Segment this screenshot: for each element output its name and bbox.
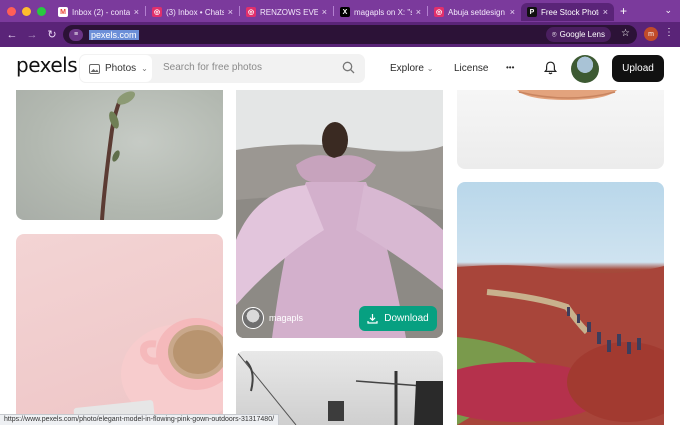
close-tab-icon[interactable]: ×	[416, 7, 421, 17]
image-icon	[89, 63, 100, 74]
back-arrow-icon[interactable]: ←	[2, 29, 22, 41]
minimize-window-button[interactable]	[22, 6, 31, 16]
upload-button[interactable]: Upload	[612, 55, 664, 82]
tab-search-icon[interactable]: ⌄	[664, 5, 672, 16]
site-info-icon[interactable]: ≡	[69, 28, 83, 41]
chevron-down-icon: ⌄	[426, 64, 434, 73]
close-tab-icon[interactable]: ×	[322, 7, 327, 17]
search-input[interactable]: Search for free photos	[163, 62, 262, 73]
more-menu-icon[interactable]: •••	[506, 63, 514, 72]
x-icon: X	[340, 7, 350, 17]
browser-menu-icon[interactable]: ⋮	[664, 27, 674, 38]
lens-label: Google Lens	[559, 30, 605, 39]
chevron-down-icon: ⌄	[141, 64, 148, 73]
new-tab-button[interactable]: +	[620, 4, 627, 18]
bell-icon[interactable]	[544, 61, 557, 75]
tab-label: RENZOWS EVENT	[260, 7, 318, 17]
search-type-dropdown[interactable]: Photos ⌄	[79, 54, 153, 83]
instagram-icon: ◎	[246, 7, 256, 17]
download-icon	[367, 314, 378, 324]
reload-icon[interactable]: ↻	[42, 28, 62, 41]
pexels-icon: P	[527, 7, 537, 17]
coffee-cup-photo	[73, 318, 223, 424]
tab-strip: M Inbox (2) - contact × ◎ (3) Inbox • Ch…	[0, 0, 680, 22]
browser-toolbar: ← → ↻ ≡ pexels.com ⌾ Google Lens ☆ m ⋮	[0, 22, 680, 47]
address-bar[interactable]: ≡ pexels.com ⌾ Google Lens ☆	[63, 25, 637, 44]
explore-label: Explore	[390, 63, 424, 74]
tab-label: magapls on X: "s c	[354, 7, 412, 17]
download-label: Download	[384, 313, 429, 324]
copper-dish-photo	[517, 90, 617, 100]
search-icon[interactable]	[342, 61, 355, 74]
close-tab-icon[interactable]: ×	[134, 7, 139, 17]
user-avatar[interactable]	[571, 55, 599, 83]
photo-card[interactable]	[16, 234, 223, 425]
tab-label: Inbox (2) - contact	[72, 7, 130, 17]
search-type-label: Photos	[105, 63, 137, 74]
photo-author[interactable]: magapls	[242, 307, 303, 329]
lens-icon: ⌾	[551, 29, 557, 39]
instagram-icon: ◎	[152, 7, 162, 17]
download-button[interactable]: Download	[359, 306, 437, 331]
pexels-logo[interactable]: pexels	[16, 53, 78, 77]
tab-label: Abuja setdesign &	[448, 7, 506, 17]
photo-card-hovered[interactable]	[236, 90, 443, 338]
google-lens-button[interactable]: ⌾ Google Lens	[545, 27, 611, 42]
tab-label: (3) Inbox • Chats	[166, 7, 224, 17]
browser-tab[interactable]: ◎ (3) Inbox • Chats ×	[146, 3, 239, 21]
model-pink-gown-photo	[236, 90, 443, 338]
url-text[interactable]: pexels.com	[89, 29, 139, 40]
close-tab-icon[interactable]: ×	[228, 7, 233, 17]
profile-avatar[interactable]: m	[644, 27, 658, 41]
close-window-button[interactable]	[7, 6, 16, 16]
window-controls	[7, 6, 46, 16]
photo-card[interactable]	[16, 90, 223, 220]
author-name: magapls	[269, 313, 304, 323]
author-avatar	[242, 307, 264, 329]
forward-arrow-icon[interactable]: →	[22, 29, 42, 41]
photo-card[interactable]	[457, 182, 664, 425]
instagram-icon: ◎	[434, 7, 444, 17]
browser-tab-active[interactable]: P Free Stock Photos ×	[521, 3, 614, 21]
browser-tab[interactable]: X magapls on X: "s c ×	[334, 3, 427, 21]
photo-card[interactable]	[457, 90, 664, 169]
search-bar[interactable]: Photos ⌄ Search for free photos	[79, 54, 365, 83]
bookmark-star-icon[interactable]: ☆	[621, 28, 630, 39]
maximize-window-button[interactable]	[37, 6, 46, 16]
browser-tab[interactable]: ◎ RENZOWS EVENT ×	[240, 3, 333, 21]
site-header: pexels Photos ⌄ Search for free photos E…	[0, 47, 680, 90]
status-url-bar: https://www.pexels.com/photo/elegant-mod…	[0, 414, 280, 425]
license-link[interactable]: License	[454, 63, 488, 74]
flower-field-photo	[457, 265, 664, 425]
tab-label: Free Stock Photos	[541, 7, 599, 17]
close-tab-icon[interactable]: ×	[510, 7, 515, 17]
branch-photo	[100, 91, 136, 220]
gmail-icon: M	[58, 7, 68, 17]
browser-tab[interactable]: ◎ Abuja setdesign & ×	[428, 3, 521, 21]
explore-menu[interactable]: Explore ⌄	[390, 63, 433, 74]
close-tab-icon[interactable]: ×	[603, 7, 608, 17]
browser-tab[interactable]: M Inbox (2) - contact ×	[52, 3, 145, 21]
